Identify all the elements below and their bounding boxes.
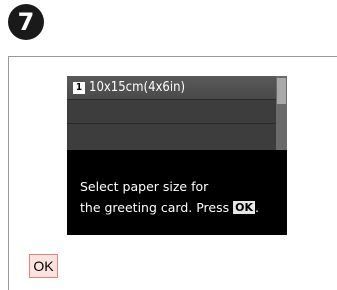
instruction-message: Select paper size for the greeting card.…	[80, 176, 285, 218]
ok-button[interactable]: OK	[29, 254, 58, 278]
paper-size-list: 1 10x15cm(4x6in)	[67, 76, 276, 150]
message-line-2: the greeting card. Press OK.	[80, 197, 285, 218]
list-scrollbar[interactable]	[276, 76, 287, 150]
paper-size-option[interactable]	[67, 124, 276, 148]
option-number-icon: 1	[73, 81, 85, 94]
paper-size-option[interactable]	[67, 100, 276, 124]
step-number-badge: 7	[8, 4, 44, 40]
scrollbar-thumb[interactable]	[277, 78, 286, 104]
message-text: the greeting card. Press	[80, 200, 230, 215]
lcd-screen: 1 10x15cm(4x6in) Select paper size for t…	[67, 76, 287, 235]
ok-key-icon: OK	[233, 201, 255, 214]
message-line-1: Select paper size for	[80, 179, 209, 194]
message-period: .	[254, 200, 259, 215]
paper-size-option[interactable]: 1 10x15cm(4x6in)	[67, 76, 276, 100]
option-label: 10x15cm(4x6in)	[89, 80, 186, 95]
